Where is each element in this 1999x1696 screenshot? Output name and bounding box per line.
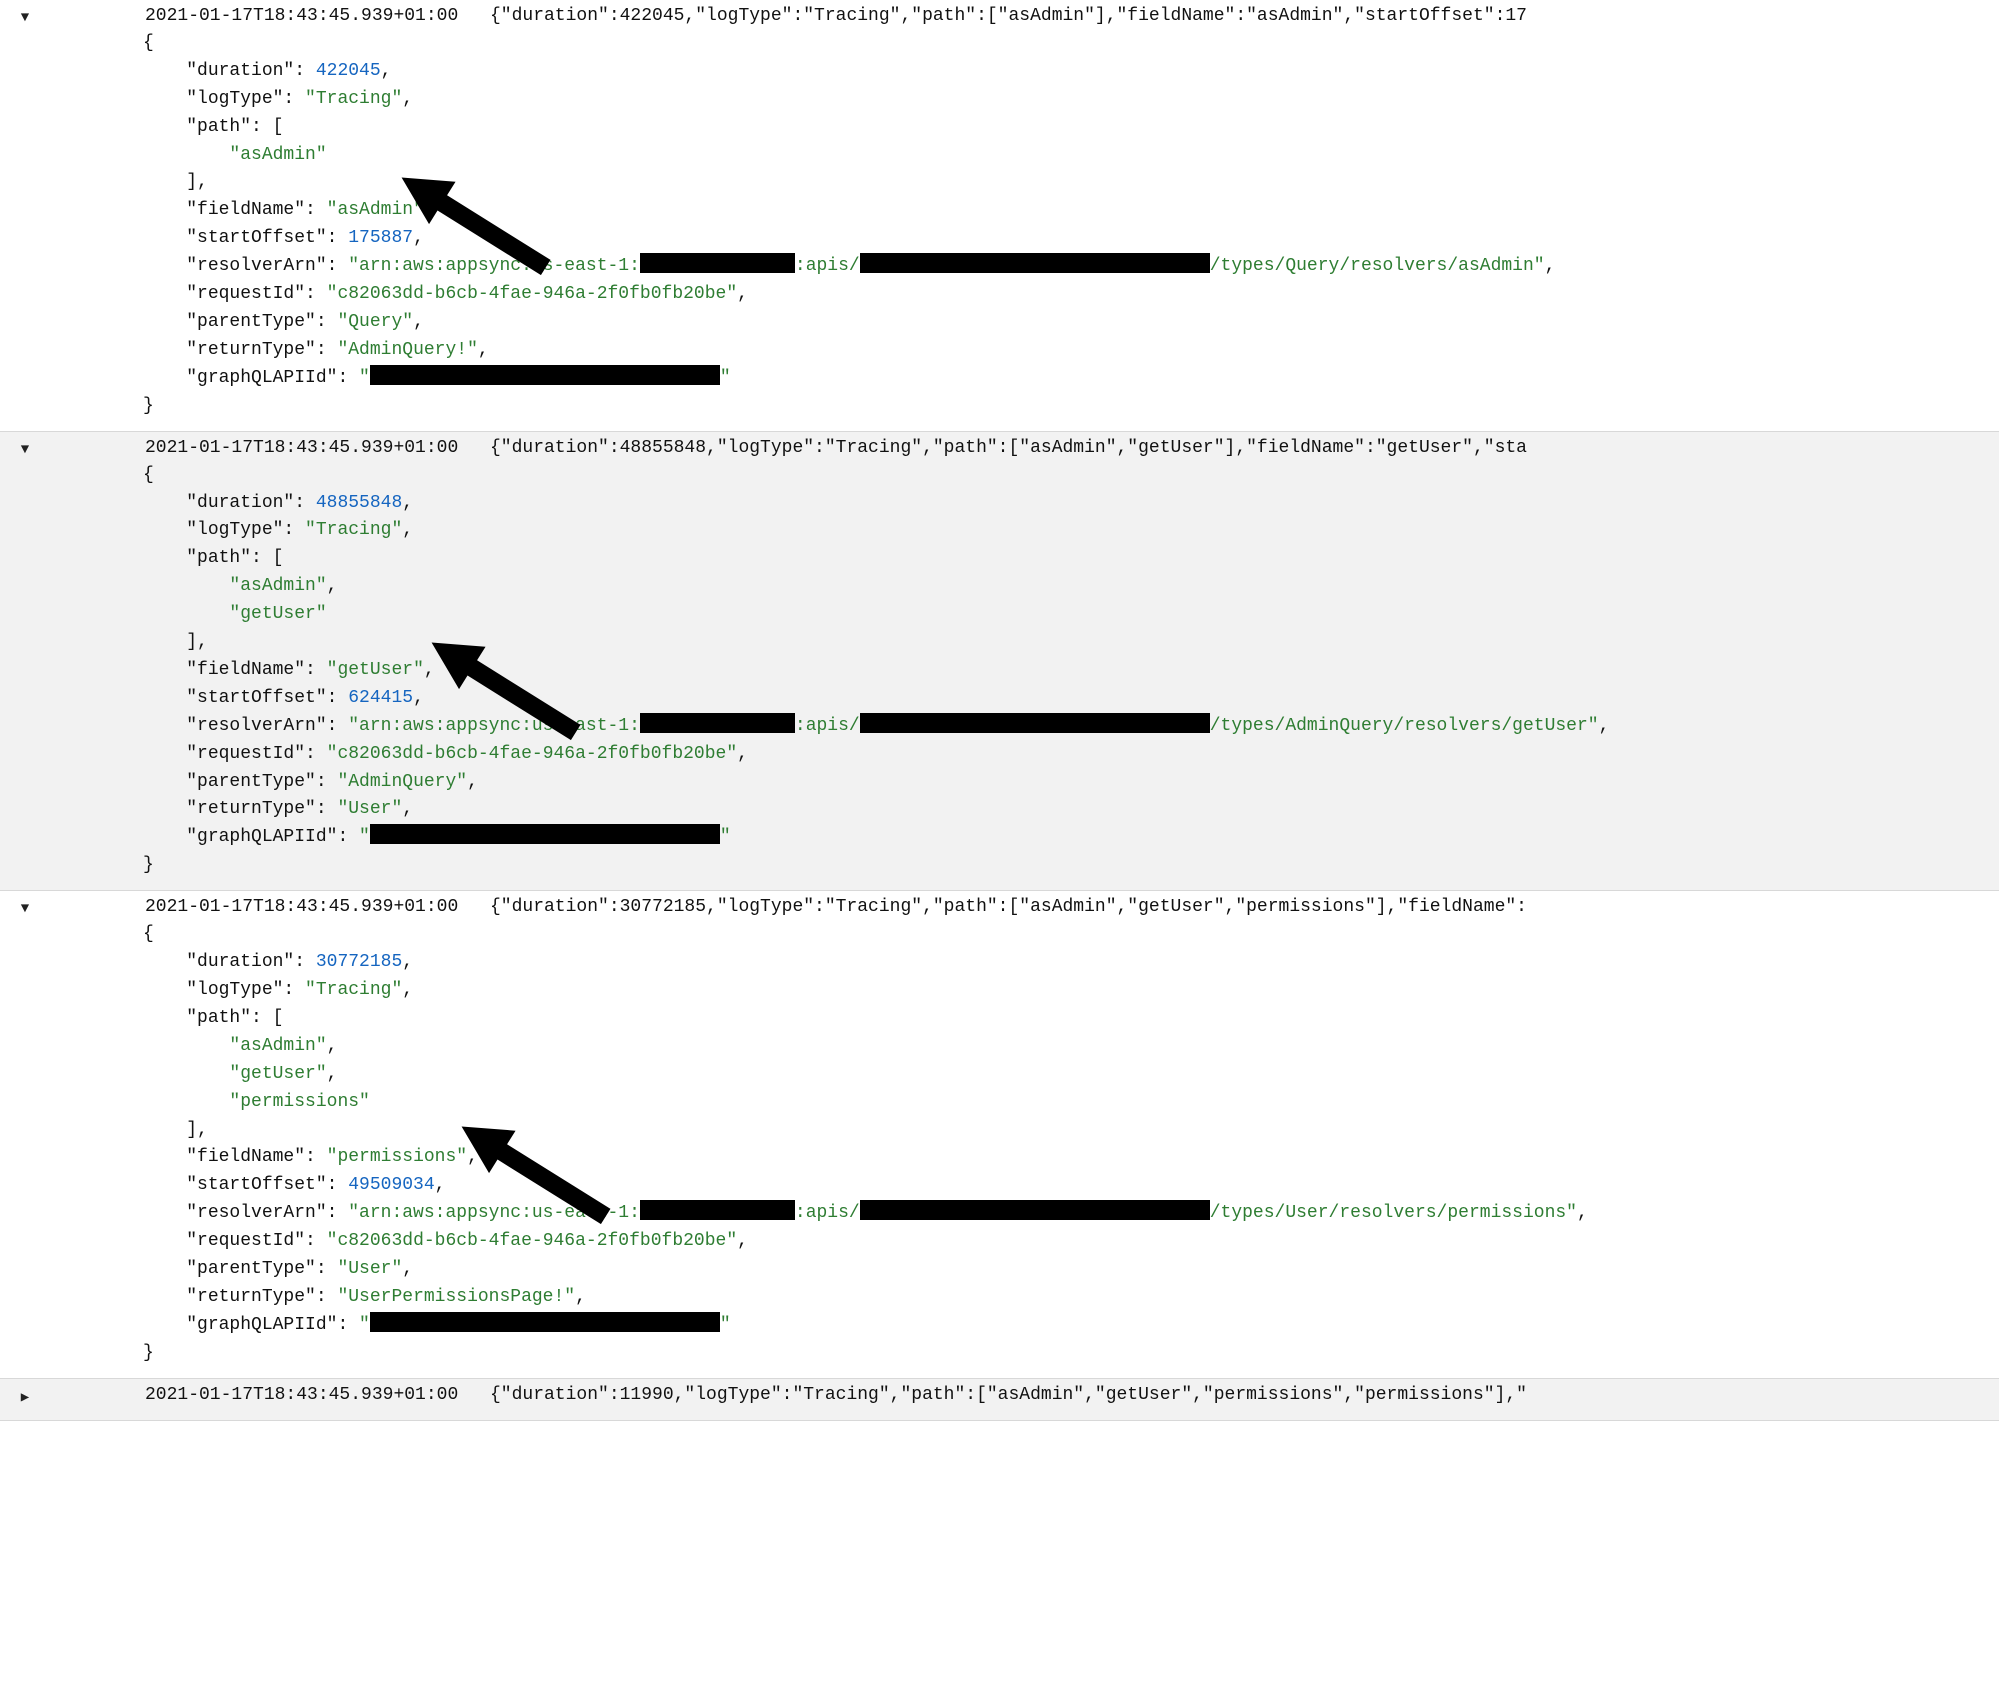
expand-toggle-icon[interactable]: ▼ bbox=[0, 897, 50, 917]
expand-toggle-icon[interactable]: ▼ bbox=[0, 438, 50, 458]
log-summary: {"duration":422045,"logType":"Tracing","… bbox=[490, 6, 1999, 26]
log-row-header[interactable]: ▼2021-01-17T18:43:45.939+01:00{"duration… bbox=[0, 432, 1999, 462]
log-timestamp: 2021-01-17T18:43:45.939+01:00 bbox=[50, 897, 490, 917]
log-json-body: { "duration": 30772185, "logType": "Trac… bbox=[0, 921, 1999, 1367]
log-json-body: { "duration": 422045, "logType": "Tracin… bbox=[0, 30, 1999, 421]
log-row-header[interactable]: ▶2021-01-17T18:43:45.939+01:00{"duration… bbox=[0, 1379, 1999, 1410]
log-row[interactable]: ▼2021-01-17T18:43:45.939+01:00{"duration… bbox=[0, 432, 1999, 892]
log-timestamp: 2021-01-17T18:43:45.939+01:00 bbox=[50, 1385, 490, 1405]
log-timestamp: 2021-01-17T18:43:45.939+01:00 bbox=[50, 6, 490, 26]
log-summary: {"duration":11990,"logType":"Tracing","p… bbox=[490, 1385, 1999, 1405]
log-row-header[interactable]: ▼2021-01-17T18:43:45.939+01:00{"duration… bbox=[0, 891, 1999, 921]
log-row[interactable]: ▶2021-01-17T18:43:45.939+01:00{"duration… bbox=[0, 1379, 1999, 1421]
expand-toggle-icon[interactable]: ▶ bbox=[0, 1385, 50, 1406]
expand-toggle-icon[interactable]: ▼ bbox=[0, 6, 50, 26]
log-timestamp: 2021-01-17T18:43:45.939+01:00 bbox=[50, 438, 490, 458]
log-row[interactable]: ▼2021-01-17T18:43:45.939+01:00{"duration… bbox=[0, 891, 1999, 1378]
log-summary: {"duration":48855848,"logType":"Tracing"… bbox=[490, 438, 1999, 458]
log-summary: {"duration":30772185,"logType":"Tracing"… bbox=[490, 897, 1999, 917]
log-list: ▼2021-01-17T18:43:45.939+01:00{"duration… bbox=[0, 0, 1999, 1421]
log-row-header[interactable]: ▼2021-01-17T18:43:45.939+01:00{"duration… bbox=[0, 0, 1999, 30]
log-json-body: { "duration": 48855848, "logType": "Trac… bbox=[0, 462, 1999, 881]
log-row[interactable]: ▼2021-01-17T18:43:45.939+01:00{"duration… bbox=[0, 0, 1999, 432]
